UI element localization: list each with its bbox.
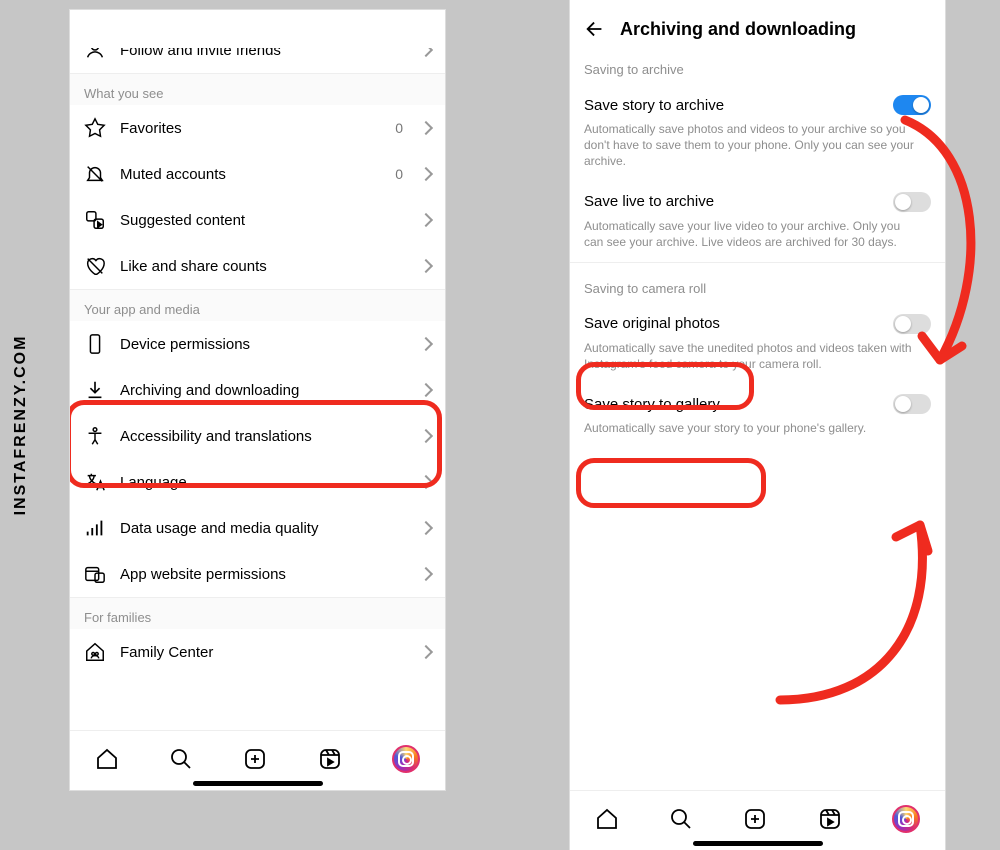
annotation-highlight: [576, 458, 766, 508]
row-data-usage[interactable]: Data usage and media quality: [70, 505, 445, 551]
item-save-live-archive: Save live to archive Automatically save …: [570, 182, 945, 262]
watermark-text: INSTAFRENZY.COM: [12, 335, 30, 516]
row-website-permissions[interactable]: App website permissions: [70, 551, 445, 597]
row-label: App website permissions: [120, 566, 407, 583]
home-icon[interactable]: [95, 747, 119, 771]
row-count: 0: [395, 166, 403, 182]
chevron-right-icon: [419, 521, 433, 535]
house-people-icon: [84, 641, 106, 663]
row-archiving[interactable]: Archiving and downloading: [70, 367, 445, 413]
section-families: For families: [70, 597, 445, 629]
download-icon: [84, 379, 106, 401]
row-label: Language: [120, 474, 407, 491]
home-indicator: [693, 841, 823, 846]
back-arrow-icon[interactable]: [584, 18, 606, 40]
row-muted[interactable]: Muted accounts 0: [70, 151, 445, 197]
row-family-center[interactable]: Family Center: [70, 629, 445, 675]
row-label: Data usage and media quality: [120, 520, 407, 537]
item-save-story-archive: Save story to archive Automatically save…: [570, 85, 945, 182]
profile-icon[interactable]: [892, 805, 920, 833]
item-save-original-photos: Save original photos Automatically save …: [570, 304, 945, 384]
section-what-you-see: What you see: [70, 73, 445, 105]
settings-screen: Settings and activity Follow and invite …: [70, 10, 445, 790]
row-favorites[interactable]: Favorites 0: [70, 105, 445, 151]
home-icon[interactable]: [595, 807, 619, 831]
toggle-desc: Automatically save the unedited photos a…: [584, 334, 914, 382]
annotation-arrow: [760, 500, 950, 720]
row-label: Suggested content: [120, 212, 407, 229]
toggle-desc: Automatically save photos and videos to …: [584, 115, 914, 180]
bottom-tab-bar: [570, 790, 945, 850]
new-post-icon[interactable]: [243, 747, 267, 771]
item-save-story-gallery: Save story to gallery Automatically save…: [570, 384, 945, 448]
page-title: Archiving and downloading: [620, 19, 856, 40]
toggle-label: Save original photos: [584, 315, 720, 332]
chevron-right-icon: [419, 567, 433, 581]
section-saving-archive: Saving to archive: [570, 48, 945, 85]
language-icon: [84, 471, 106, 493]
row-label: Muted accounts: [120, 166, 381, 183]
browser-icon: [84, 563, 106, 585]
row-label: Favorites: [120, 120, 381, 137]
row-label: Archiving and downloading: [120, 382, 407, 399]
toggle-switch[interactable]: [893, 394, 931, 414]
search-icon[interactable]: [169, 747, 193, 771]
row-like-share[interactable]: Like and share counts: [70, 243, 445, 289]
star-icon: [84, 117, 106, 139]
row-label: Like and share counts: [120, 258, 407, 275]
chevron-right-icon: [419, 383, 433, 397]
search-icon[interactable]: [669, 807, 693, 831]
chevron-right-icon: [419, 475, 433, 489]
heart-off-icon: [84, 255, 106, 277]
bottom-tab-bar: [70, 730, 445, 790]
reels-icon[interactable]: [818, 807, 842, 831]
toggle-label: Save story to archive: [584, 97, 724, 114]
row-follow-invite[interactable]: Follow and invite friends: [70, 26, 445, 73]
row-accessibility[interactable]: Accessibility and translations: [70, 413, 445, 459]
section-app-media: Your app and media: [70, 289, 445, 321]
archiving-screen: Archiving and downloading Saving to arch…: [570, 0, 945, 850]
chevron-right-icon: [419, 259, 433, 273]
reels-icon[interactable]: [318, 747, 342, 771]
row-label: Family Center: [120, 644, 407, 661]
annotation-arrow: [890, 110, 1000, 390]
section-camera-roll: Saving to camera roll: [570, 262, 945, 304]
row-language[interactable]: Language: [70, 459, 445, 505]
bell-off-icon: [84, 163, 106, 185]
chevron-right-icon: [419, 213, 433, 227]
row-device-permissions[interactable]: Device permissions: [70, 321, 445, 367]
profile-icon[interactable]: [392, 745, 420, 773]
bars-icon: [84, 517, 106, 539]
home-indicator: [193, 781, 323, 786]
chevron-right-icon: [419, 167, 433, 181]
toggle-desc: Automatically save your live video to yo…: [584, 212, 914, 260]
chevron-right-icon: [419, 645, 433, 659]
row-suggested[interactable]: Suggested content: [70, 197, 445, 243]
toggle-label: Save live to archive: [584, 193, 714, 210]
row-count: 0: [395, 120, 403, 136]
toggle-desc: Automatically save your story to your ph…: [584, 414, 914, 446]
chevron-right-icon: [419, 121, 433, 135]
content-icon: [84, 209, 106, 231]
toggle-label: Save story to gallery: [584, 396, 720, 413]
new-post-icon[interactable]: [743, 807, 767, 831]
